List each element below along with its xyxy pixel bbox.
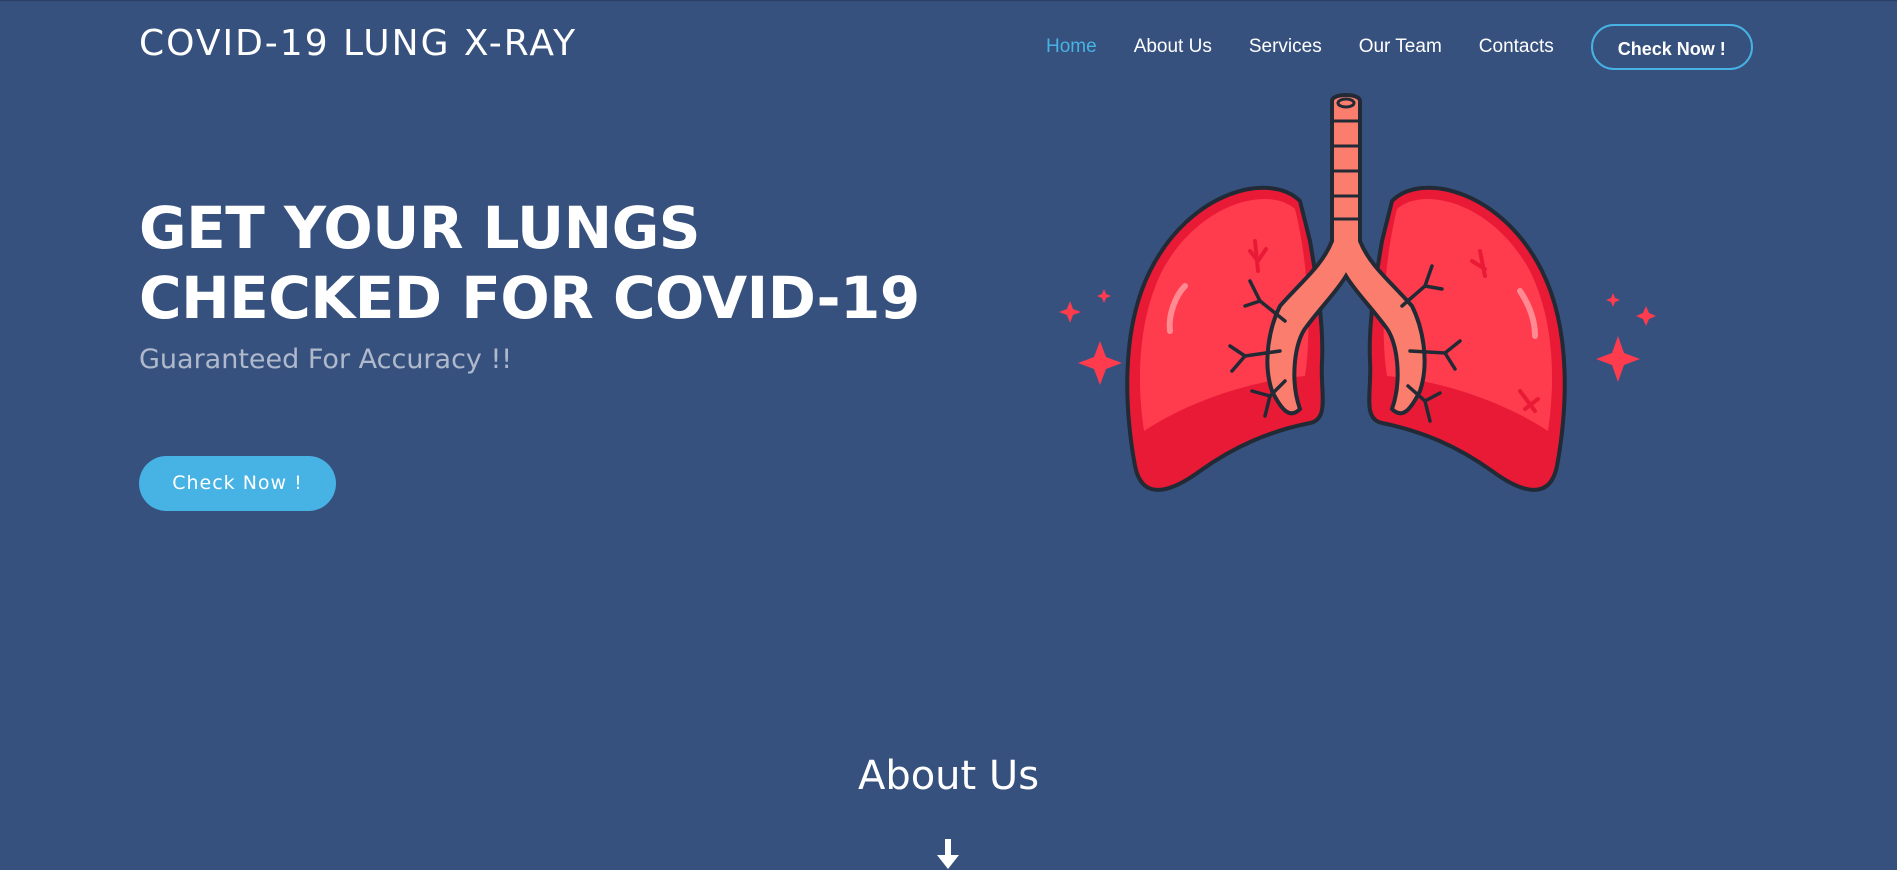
nav-services-link[interactable]: Services <box>1249 36 1322 58</box>
nav-about-us-link[interactable]: About Us <box>1134 36 1212 58</box>
sparkle-icon <box>1059 289 1122 385</box>
about-us-title: About Us <box>857 753 1040 799</box>
hero-check-now-button[interactable]: Check Now ! <box>139 456 336 511</box>
hero-title-line-1: GET YOUR LUNGS <box>139 194 701 262</box>
sparkle-icon <box>1596 293 1656 382</box>
arrow-down-icon[interactable] <box>935 839 961 870</box>
page: COVID-19 LUNG X-RAY Home About Us Servic… <box>0 0 1897 870</box>
main-nav: Home About Us Services Our Team Contacts… <box>1046 21 1753 73</box>
site-header: COVID-19 LUNG X-RAY Home About Us Servic… <box>0 1 1897 93</box>
nav-home-link[interactable]: Home <box>1046 36 1097 58</box>
hero-title-line-2: CHECKED FOR COVID-19 <box>139 264 920 332</box>
hero-title: GET YOUR LUNGS CHECKED FOR COVID-19 <box>139 193 920 333</box>
nav-our-team-link[interactable]: Our Team <box>1359 36 1442 58</box>
header-check-now-button[interactable]: Check Now ! <box>1590 24 1753 70</box>
lungs-illustration <box>1059 93 1656 492</box>
site-logo[interactable]: COVID-19 LUNG X-RAY <box>139 23 577 64</box>
nav-contacts-link[interactable]: Contacts <box>1479 36 1554 58</box>
hero-subtitle: Guaranteed For Accuracy !! <box>139 344 513 375</box>
